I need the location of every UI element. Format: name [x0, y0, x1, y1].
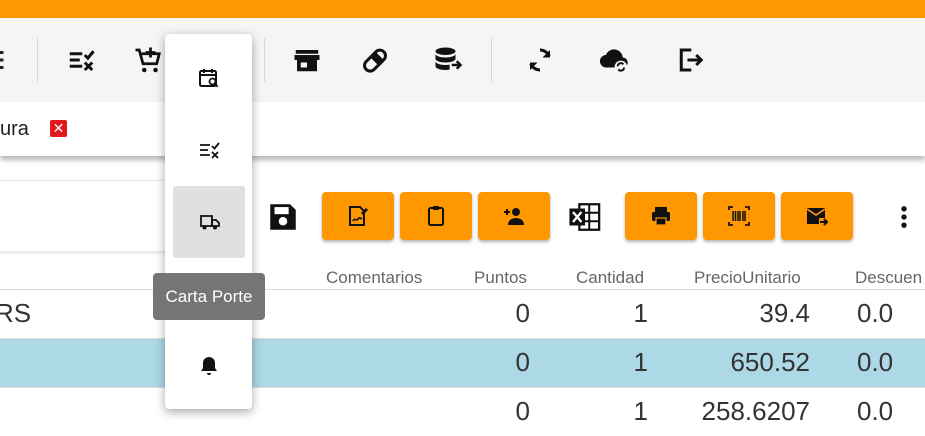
- tooltip: Carta Porte: [153, 273, 265, 320]
- top-accent-bar: [0, 0, 925, 18]
- add-user-icon: [504, 208, 524, 225]
- bell-icon: [201, 357, 217, 375]
- add-client-button[interactable]: [478, 192, 550, 240]
- sign-document-button[interactable]: [322, 192, 394, 240]
- print-icon: [652, 207, 670, 226]
- toolbar-divider: [264, 38, 265, 82]
- cell-puntos: 0: [515, 396, 530, 426]
- cell-descuento: 0.0: [857, 396, 894, 426]
- cell-descuento: 0.0: [857, 347, 894, 377]
- pill-icon[interactable]: [357, 42, 393, 78]
- column-header-preciounitario[interactable]: PrecioUnitario: [694, 268, 801, 288]
- cell-precio: 258.6207: [701, 396, 810, 426]
- tab-close-button[interactable]: ✕: [50, 120, 67, 137]
- dropdown-menu: [165, 34, 252, 409]
- column-header-descuento[interactable]: Descuen: [855, 268, 922, 288]
- truck-icon: [200, 215, 220, 230]
- menu-item-notifications[interactable]: [173, 330, 245, 402]
- cell-puntos: 0: [515, 347, 530, 377]
- more-options-button[interactable]: [890, 200, 918, 234]
- column-header-puntos[interactable]: Puntos: [474, 268, 527, 288]
- toolbar-divider: [491, 38, 492, 82]
- cell-cantidad: 1: [633, 347, 648, 377]
- menu-item-list-check[interactable]: [173, 114, 245, 186]
- list-check-icon: [200, 142, 220, 159]
- barcode-icon: [728, 206, 750, 226]
- cell-cantidad: 1: [633, 298, 648, 328]
- excel-icon: [569, 203, 601, 231]
- logout-icon[interactable]: [672, 42, 708, 78]
- partial-icon[interactable]: [0, 42, 14, 78]
- table-row-selected[interactable]: 0 1 650.52 0.0: [0, 339, 925, 387]
- cloud-sync-icon[interactable]: [596, 42, 632, 78]
- cart-plus-icon[interactable]: [130, 42, 166, 78]
- column-header-comentarios[interactable]: Comentarios: [326, 268, 422, 288]
- database-export-icon[interactable]: [430, 42, 466, 78]
- more-vertical-icon: [901, 206, 907, 228]
- clipboard-icon: [428, 206, 444, 226]
- sync-icon[interactable]: [522, 42, 558, 78]
- print-button[interactable]: [625, 192, 697, 240]
- table-row[interactable]: RS 0 1 39.4 0.0: [0, 290, 925, 338]
- menu-item-carta-porte[interactable]: [173, 186, 245, 258]
- signature-icon: [349, 206, 368, 226]
- barcode-button[interactable]: [703, 192, 775, 240]
- list-check-icon[interactable]: [63, 42, 99, 78]
- calendar-search-icon: [199, 69, 219, 88]
- column-header-cantidad[interactable]: Cantidad: [576, 268, 644, 288]
- cell-puntos: 0: [515, 298, 530, 328]
- cell-name: RS: [0, 298, 32, 328]
- main-toolbar: [0, 18, 925, 102]
- menu-item-calendar-search[interactable]: [173, 42, 245, 114]
- export-excel-button[interactable]: [567, 200, 603, 234]
- cell-precio: 39.4: [759, 298, 810, 328]
- store-icon[interactable]: [289, 42, 325, 78]
- cell-descuento: 0.0: [857, 298, 894, 328]
- clipboard-button[interactable]: [400, 192, 472, 240]
- save-icon: [270, 204, 296, 230]
- send-email-button[interactable]: [781, 192, 853, 240]
- cell-precio: 650.52: [730, 347, 810, 377]
- table-row[interactable]: 0 1 258.6207 0.0: [0, 388, 925, 436]
- save-button[interactable]: [266, 200, 300, 234]
- cell-cantidad: 1: [633, 396, 648, 426]
- toolbar-divider: [37, 38, 38, 82]
- tab-bar: ura: [0, 102, 925, 156]
- tab-label[interactable]: ura: [0, 118, 29, 141]
- mail-forward-icon: [806, 208, 829, 226]
